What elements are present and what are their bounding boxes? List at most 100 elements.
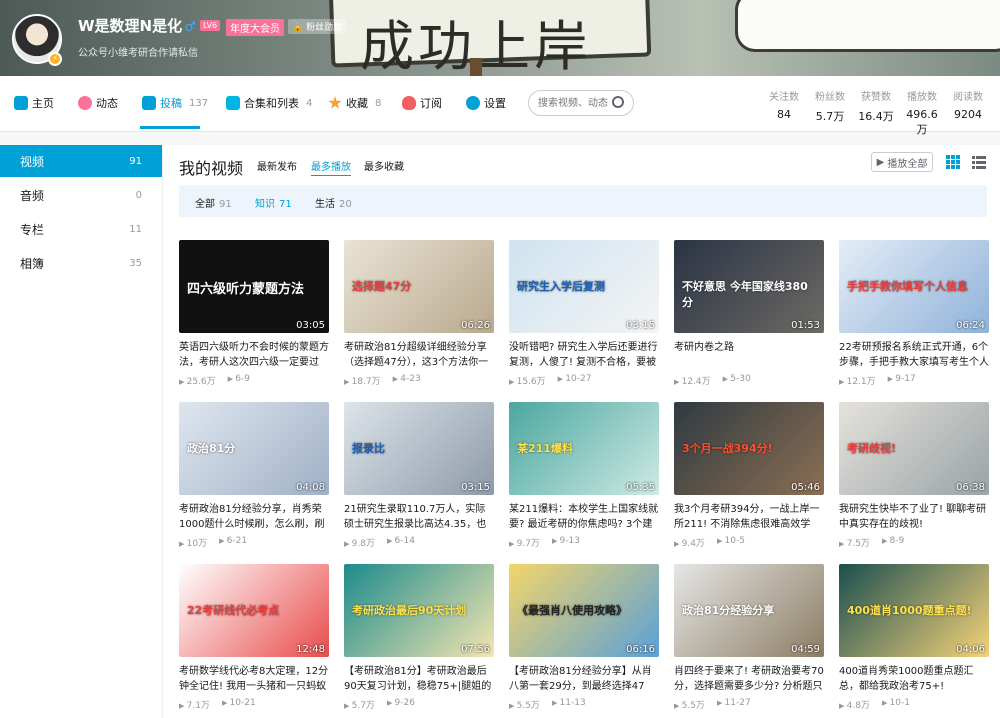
publish-date: 11-27 <box>717 698 751 711</box>
thumbnail-caption: 政治81分 <box>187 442 236 455</box>
sidebar-item-articles[interactable]: 专栏 11 <box>0 213 162 245</box>
video-card[interactable]: 手把手教你填写个人信息 06:24 22考研预报名系统正式开通，6个步骤，手把手教大… <box>839 240 989 387</box>
video-title[interactable]: 21研究生录取110.7万人，实际硕士研究生报录比高达4.35，也就是说 <box>344 502 494 532</box>
tab-settings-label: 设置 <box>484 97 506 110</box>
filter-life[interactable]: 生活 20 <box>315 195 352 210</box>
video-thumbnail[interactable]: 22考研线代必考点 12:48 <box>179 564 329 657</box>
video-thumbnail[interactable]: 研究生入学后复测 03:15 <box>509 240 659 333</box>
stat-following[interactable]: 关注数 84 <box>764 88 804 121</box>
video-thumbnail[interactable]: 考研歧视! 06:38 <box>839 402 989 495</box>
video-thumbnail[interactable]: 3个月一战394分! 05:46 <box>674 402 824 495</box>
stat-following-label: 关注数 <box>769 92 799 103</box>
video-card[interactable]: 400道肖1000题重点题! 04:06 400道肖秀荣1000题重点题汇总，都给我… <box>839 564 989 711</box>
video-title[interactable]: 没听错吧? 研究生入学后还要进行复测，人傻了! 复测不合格，要被 <box>509 340 659 370</box>
video-card[interactable]: 四六级听力蒙题方法 03:05 英语四六级听力不会时候的蒙题方法，考研人这次四六级一… <box>179 240 329 387</box>
tab-settings[interactable]: 设置 <box>466 95 506 111</box>
video-card[interactable]: 《最强肖八使用攻略》 06:16 【考研政治81分经验分享】从肖八第一套29分，到最… <box>509 564 659 711</box>
video-card[interactable]: 不好意思 今年国家线380分 01:53 考研内卷之路 12.4万 5-30 <box>674 240 824 387</box>
video-thumbnail[interactable]: 某211爆料 05:35 <box>509 402 659 495</box>
tab-home[interactable]: 主页 <box>14 95 54 111</box>
video-card[interactable]: 考研政治最后90天计划 07:56 【考研政治81分】考研政治最后90天复习计划，稳… <box>344 564 494 711</box>
video-title[interactable]: 考研政治81分超级详细经验分享（选择题47分），这3个方法你一定 <box>344 340 494 370</box>
publish-date: 9-26 <box>387 698 415 711</box>
filter-knowledge[interactable]: 知识 71 <box>255 195 292 210</box>
video-title[interactable]: 肖四终于要来了! 考研政治要考70分，选择题需要多少分? 分析题只 <box>674 664 824 694</box>
video-card[interactable]: 政治81分经验分享 04:59 肖四终于要来了! 考研政治要考70分，选择题需要多少… <box>674 564 824 711</box>
filter-count: 91 <box>219 199 232 210</box>
tab-uploads[interactable]: 投稿 137 <box>142 95 208 111</box>
stat-reads-value: 9204 <box>954 108 982 121</box>
filter-all[interactable]: 全部 91 <box>195 195 232 210</box>
video-thumbnail[interactable]: 四六级听力蒙题方法 03:05 <box>179 240 329 333</box>
filter-label: 知识 <box>255 199 275 210</box>
sidebar-item-video[interactable]: 视频 91 <box>0 145 162 177</box>
video-title[interactable]: 【考研政治81分】考研政治最后90天复习计划，稳稳75+|腿姐的技巧 <box>344 664 494 694</box>
profile-banner: 成功上岸 ⚡ W是数理N是化 ♂ LV6 年度大会员 🔒 粉丝勋章 公众号小维考研… <box>0 0 1000 76</box>
video-duration: 07:56 <box>461 644 490 655</box>
fans-medal-label: 粉丝勋章 <box>306 23 343 33</box>
tab-collections[interactable]: 合集和列表 4 <box>226 95 312 111</box>
video-thumbnail[interactable]: 报录比 03:15 <box>344 402 494 495</box>
tab-subscriptions[interactable]: 订阅 <box>402 95 442 111</box>
video-meta: 5.5万 11-27 <box>674 698 824 711</box>
sidebar-item-audio[interactable]: 音频 0 <box>0 179 162 211</box>
filter-label: 全部 <box>195 199 215 210</box>
tab-subscriptions-label: 订阅 <box>420 97 442 110</box>
stat-fans[interactable]: 粉丝数 5.7万 <box>810 88 850 124</box>
video-thumbnail[interactable]: 不好意思 今年国家线380分 01:53 <box>674 240 824 333</box>
video-duration: 12:48 <box>296 644 325 655</box>
sidebar-item-albums[interactable]: 相簿 35 <box>0 247 162 279</box>
video-card[interactable]: 某211爆料 05:35 某211爆料：本校学生上国家线就要? 最近考研的你焦虑吗?… <box>509 402 659 549</box>
video-thumbnail[interactable]: 政治81分经验分享 04:59 <box>674 564 824 657</box>
video-card[interactable]: 22考研线代必考点 12:48 考研数学线代必考8大定理，12分钟全记住! 我用一头… <box>179 564 329 711</box>
video-title[interactable]: 考研数学线代必考8大定理，12分钟全记住! 我用一头猪和一只蚂蚁讲 <box>179 664 329 694</box>
sort-most-played[interactable]: 最多播放 <box>311 158 351 176</box>
video-card[interactable]: 3个月一战394分! 05:46 我3个月考研394分，一战上岸一所211! 不消除… <box>674 402 824 549</box>
video-thumbnail[interactable]: 选择题47分 06:26 <box>344 240 494 333</box>
video-thumbnail[interactable]: 400道肖1000题重点题! 04:06 <box>839 564 989 657</box>
video-meta: 9.8万 6-14 <box>344 536 494 549</box>
video-title[interactable]: 英语四六级听力不会时候的蒙题方法，考研人这次四六级一定要过 <box>179 340 329 370</box>
play-count: 5.5万 <box>509 698 540 711</box>
video-card[interactable]: 考研歧视! 06:38 我研究生快毕不了业了! 聊聊考研中真实存在的歧视! 7.5万 8… <box>839 402 989 549</box>
video-title[interactable]: 400道肖秀荣1000题重点题汇总，都给我政治考75+! <box>839 664 989 694</box>
tab-favorites[interactable]: 收藏 8 <box>328 95 381 111</box>
video-thumbnail[interactable]: 手把手教你填写个人信息 06:24 <box>839 240 989 333</box>
video-card[interactable]: 选择题47分 06:26 考研政治81分超级详细经验分享（选择题47分），这3个方法… <box>344 240 494 387</box>
sort-most-favorited[interactable]: 最多收藏 <box>364 158 404 173</box>
sort-newest[interactable]: 最新发布 <box>257 158 297 173</box>
video-title[interactable]: 考研内卷之路 <box>674 340 824 370</box>
content-sidebar: 视频 91 音频 0 专栏 11 相簿 35 <box>0 145 162 718</box>
thumbnail-caption: 考研政治最后90天计划 <box>352 604 467 617</box>
video-thumbnail[interactable]: 考研政治最后90天计划 07:56 <box>344 564 494 657</box>
video-title[interactable]: 考研政治81分经验分享，肖秀荣1000题什么时候刷，怎么刷，刷几 <box>179 502 329 532</box>
video-title[interactable]: 我3个月考研394分，一战上岸一所211! 不消除焦虑很难高效学习，称 <box>674 502 824 532</box>
grid-view-icon[interactable] <box>946 155 960 169</box>
video-meta: 5.7万 9-26 <box>344 698 494 711</box>
play-all-button[interactable]: ▶ 播放全部 <box>871 152 933 172</box>
list-view-icon[interactable] <box>972 155 986 169</box>
stat-plays-label: 播放数 <box>907 92 937 103</box>
video-title[interactable]: 我研究生快毕不了业了! 聊聊考研中真实存在的歧视! <box>839 502 989 532</box>
user-signature: 公众号小维考研合作请私信 <box>78 48 198 59</box>
sidebar-item-count: 0 <box>135 189 142 201</box>
sidebar-item-label: 音频 <box>20 188 45 203</box>
video-card[interactable]: 研究生入学后复测 03:15 没听错吧? 研究生入学后还要进行复测，人傻了! 复测不… <box>509 240 659 387</box>
stat-following-value: 84 <box>777 108 791 121</box>
video-duration: 03:15 <box>461 482 490 493</box>
video-meta: 15.6万 10-27 <box>509 374 659 387</box>
uploads-icon <box>142 96 156 110</box>
video-title[interactable]: 某211爆料：本校学生上国家线就要? 最近考研的你焦虑吗? 3个建议 <box>509 502 659 532</box>
video-meta: 9.4万 10-5 <box>674 536 824 549</box>
video-title[interactable]: 【考研政治81分经验分享】从肖八第一套29分，到最终选择47分，我 <box>509 664 659 694</box>
tab-dynamic[interactable]: 动态 <box>78 95 118 111</box>
video-thumbnail[interactable]: 政治81分 04:08 <box>179 402 329 495</box>
fans-medal-badge[interactable]: 🔒 粉丝勋章 <box>288 19 347 34</box>
search-icon[interactable] <box>612 96 624 108</box>
video-thumbnail[interactable]: 《最强肖八使用攻略》 06:16 <box>509 564 659 657</box>
vip-badge[interactable]: 年度大会员 <box>226 19 284 36</box>
video-card[interactable]: 政治81分 04:08 考研政治81分经验分享，肖秀荣1000题什么时候刷，怎么刷，… <box>179 402 329 549</box>
video-card[interactable]: 报录比 03:15 21研究生录取110.7万人，实际硕士研究生报录比高达4.35，… <box>344 402 494 549</box>
tab-home-label: 主页 <box>32 97 54 110</box>
video-title[interactable]: 22考研预报名系统正式开通，6个步骤，手把手教大家填写考生个人部 <box>839 340 989 370</box>
